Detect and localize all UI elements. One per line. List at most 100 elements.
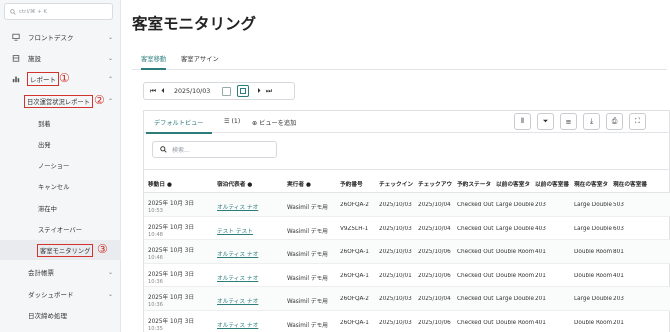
table-cell-date: 2025年 10月 3日 10:36 [148,295,195,308]
sidebar-item-daily-close[interactable]: 日次締め処理 [0,305,121,325]
table-cell-co: 2025/10/04 [418,296,451,302]
sidebar-item-stayover[interactable]: ステイオーバー [0,219,121,239]
sidebar-item-label: 日次運営状況レポート [24,94,93,108]
sidebar-item-label: レポート [27,72,59,86]
table-row[interactable]: 2025年 10月 3日 10:46 オルティス ナオ Wasimil デモ用 26OF… [144,240,670,264]
column-header[interactable]: 予約番号 [340,179,376,188]
column-header[interactable]: 現在の客室番 [613,179,663,188]
column-header[interactable]: 予約ステータ [457,179,495,188]
sidebar-item-dashboard[interactable]: ダッシュボード ⌄ [0,284,121,304]
annotation-3: ③ [97,242,108,256]
sidebar-item-arrival[interactable]: 到着 [0,113,121,133]
table-cell-actor: Wasimil デモ用 [287,322,328,329]
table-cell-actor: Wasimil デモ用 [287,228,328,235]
table-cell-prev-type: Double Room [496,249,534,255]
table-search-input[interactable]: 検索... [152,141,277,158]
print-icon[interactable]: ⎙ [606,113,623,130]
table-cell-status: Checked Out [457,272,494,279]
sidebar-item-label: 滞在中 [38,205,57,213]
filter-icon[interactable]: ⏷ [537,113,554,130]
sidebar-item-cancel[interactable]: キャンセル [0,176,121,196]
sidebar-item-label: ステイオーバー [38,226,83,234]
sidebar-search-placeholder: ctrl/⌘ + K [19,8,48,15]
table-cell-actor: Wasimil デモ用 [287,252,328,258]
table-cell-guest[interactable]: テスト テスト [217,226,283,235]
add-view-button[interactable]: ⊕ ビューを追加 [252,118,296,127]
table-cell-status: Checked Out [457,202,494,208]
table-cell-ci: 2025/10/01 [379,272,412,279]
table-cell-status: Checked Out [457,225,494,232]
table-cell-actor: Wasimil デモ用 [287,275,328,282]
views-list[interactable]: ☰ (1) [224,118,240,125]
sidebar-item-label: 日次締め処理 [28,312,67,320]
chevron-down-icon: ⌄ [108,33,114,41]
sidebar-item-staying[interactable]: 滞在中 [0,198,121,218]
table-cell-prev-no: 203 [535,202,546,208]
table-cell-cur-type: Double Room [574,249,612,255]
table-row[interactable]: 2025年 10月 3日 10:36 オルティス ナオ Wasimil デモ用 26OF… [144,287,670,311]
sidebar-item-facility[interactable]: 施設 ⌄ [0,48,121,68]
sidebar-search[interactable]: ctrl/⌘ + K [4,3,113,20]
table-row[interactable]: 2025年 10月 3日 10:48 テスト テスト Wasimil デモ用 V9Z5L… [144,217,670,240]
sidebar-item-frontdesk[interactable]: フロントデスク ⌄ [0,27,121,47]
sidebar-item-accounting[interactable]: 会計帳票 ⌄ [0,262,121,282]
table-cell-cur-type: Double Room [574,319,612,326]
column-header[interactable]: チェックアウ [418,179,456,188]
sidebar-item-noshow[interactable]: ノーショー [0,155,121,175]
table-cell-guest[interactable]: オルティス ナオ [217,296,283,305]
table-row[interactable]: 2025年 10月 3日 10:35 オルティス ナオ Wasimil デモ用 26OF… [144,311,670,332]
next-icon[interactable]: ⏵ [254,87,264,96]
columns-icon[interactable]: ⦀ [514,113,531,130]
table-cell-status: Checked Out [457,296,494,302]
annotation-2: ② [94,93,105,107]
density-icon[interactable]: ≡ [560,113,577,130]
table-cell-prev-no: 201 [535,272,546,279]
sidebar-item-departure[interactable]: 出発 [0,134,121,154]
table-cell-cur-no: 201 [613,319,624,326]
table-cell-date: 2025年 10月 3日 10:36 [148,271,195,285]
calendar-icon[interactable] [222,86,231,96]
column-header[interactable]: 宿泊代表者 ● [217,179,283,188]
table-cell-cur-type: Large Double [574,225,612,232]
table-cell-guest[interactable]: オルティス ナオ [217,202,283,211]
view-tab-default[interactable]: デフォルトビュー [146,118,211,134]
page-title: 客室モニタリング [132,15,257,33]
sidebar-item-label: フロントデスク [28,34,74,42]
table-cell-ci: 2025/10/03 [379,202,412,208]
table-cell-guest[interactable]: オルティス ナオ [217,249,283,258]
date-value[interactable]: 2025/10/03 [174,88,220,95]
table-cell-cur-type: Double Room [574,272,612,279]
table-cell-prev-type: Double Room [496,272,534,279]
table-row[interactable]: 2025年 10月 3日 10:53 オルティス ナオ Wasimil デモ用 26OF… [144,193,670,217]
column-header[interactable]: 実行者 ● [287,179,337,188]
last-page-icon[interactable]: ⏭ [264,87,274,96]
column-header[interactable]: 現在の客室タ [574,179,612,188]
chevron-down-icon: ⌄ [108,54,114,62]
calendar-picker-icon[interactable] [237,85,249,97]
column-header[interactable]: 移動日 ● [148,179,216,188]
table-cell-date: 2025年 10月 3日 10:46 [148,248,195,261]
table-cell-rsv: 26OFQA-1 [340,319,369,326]
table-cell-cur-no: 203 [613,296,624,302]
column-header[interactable]: 以前の客室タ [496,179,534,188]
fullscreen-icon[interactable]: ⛶ [629,113,646,130]
table-cell-guest[interactable]: オルティス ナオ [217,273,283,282]
view-tabs: デフォルトビュー ☰ (1) ⊕ ビューを追加 ⦀ ⏷ ≡ ⤓ ⎙ ⛶ [144,111,670,134]
column-header[interactable]: チェックイン [379,179,417,188]
first-page-icon[interactable]: ⏮ [148,87,158,96]
table-cell-rsv: 26OFQA-2 [340,202,369,208]
add-view-label: ビューを追加 [259,120,297,127]
table-cell-co: 2025/10/04 [418,225,451,232]
column-header[interactable]: 以前の客室番 [535,179,573,188]
sidebar-item-label: キャンセル [38,183,70,191]
table-cell-date: 2025年 10月 3日 10:35 [148,318,195,332]
table-cell-guest[interactable]: オルティス ナオ [217,320,283,329]
tab-room-move[interactable]: 客室移動 [141,54,167,70]
list-icon: ☰ [224,118,232,125]
table-cell-actor: Wasimil デモ用 [287,205,328,211]
tab-room-assign[interactable]: 客室アサイン [181,54,219,63]
prev-icon[interactable]: ⏴ [158,87,168,96]
table-row[interactable]: 2025年 10月 3日 10:36 オルティス ナオ Wasimil デモ用 26OF… [144,264,670,287]
table-cell-date: 2025年 10月 3日 10:48 [148,224,195,238]
download-icon[interactable]: ⤓ [583,113,600,130]
